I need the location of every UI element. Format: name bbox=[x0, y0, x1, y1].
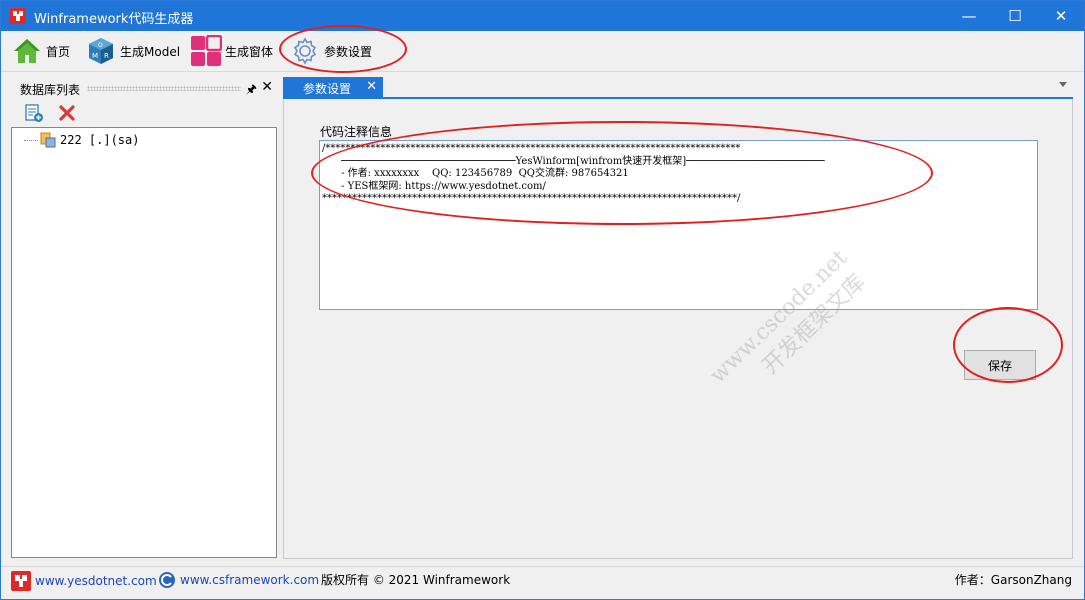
tree-item-label: 222 [.](sa) bbox=[60, 133, 140, 147]
yesdotnet-link[interactable]: www.yesdotnet.com bbox=[11, 571, 157, 591]
svg-text:M: M bbox=[92, 52, 98, 60]
tab-settings[interactable]: 参数设置 ✕ bbox=[283, 77, 383, 97]
home-button[interactable]: 首页 bbox=[11, 34, 70, 68]
app-window: Winframework代码生成器 — ☐ ✕ 首页 MRO 生成Model 生… bbox=[0, 0, 1085, 600]
settings-page: 代码注释信息 /********************************… bbox=[283, 99, 1073, 559]
database-tree: 222 [.](sa) bbox=[11, 127, 277, 558]
form-grid-icon bbox=[190, 35, 222, 67]
pin-icon[interactable]: 🖈 bbox=[246, 80, 257, 101]
author-text: 作者：GarsonZhang bbox=[954, 573, 1072, 587]
close-window-button[interactable]: ✕ bbox=[1038, 1, 1084, 31]
tree-item[interactable]: 222 [.](sa) bbox=[24, 132, 139, 148]
panel-header: 数据库列表 🖈 ✕ bbox=[11, 78, 277, 98]
delete-x-icon bbox=[59, 105, 75, 121]
document-area: 参数设置 ✕ 代码注释信息 /*************************… bbox=[283, 75, 1073, 559]
comment-textarea[interactable]: /***************************************… bbox=[319, 140, 1038, 310]
panel-grip[interactable] bbox=[87, 86, 241, 91]
gear-icon bbox=[289, 35, 321, 67]
generate-model-button[interactable]: MRO 生成Model bbox=[85, 34, 180, 68]
panel-title: 数据库列表 bbox=[20, 83, 81, 97]
csframework-link[interactable]: www.csframework.com bbox=[158, 571, 319, 589]
app-logo-icon bbox=[10, 8, 26, 24]
add-database-button[interactable] bbox=[23, 102, 45, 124]
main-toolbar: 首页 MRO 生成Model 生成窗体 参数设置 bbox=[1, 31, 1084, 72]
status-bar: www.yesdotnet.com www.csframework.com 版权… bbox=[1, 566, 1084, 593]
save-button[interactable]: 保存 bbox=[964, 350, 1036, 380]
copyright-text: 版权所有 © 2021 Winframework bbox=[321, 573, 511, 587]
tree-connector bbox=[24, 139, 38, 141]
minimize-button[interactable]: — bbox=[946, 1, 992, 31]
comment-label: 代码注释信息 bbox=[320, 125, 393, 139]
settings-button[interactable]: 参数设置 bbox=[289, 34, 372, 68]
panel-toolbar bbox=[11, 100, 277, 126]
tab-dropdown-icon[interactable] bbox=[1059, 82, 1067, 87]
maximize-button[interactable]: ☐ bbox=[992, 1, 1038, 31]
add-database-icon bbox=[25, 104, 43, 122]
yes-logo-icon bbox=[11, 571, 31, 591]
model-cube-icon: MRO bbox=[85, 35, 117, 67]
svg-text:R: R bbox=[104, 52, 109, 60]
panel-close-button[interactable]: ✕ bbox=[261, 79, 273, 95]
cs-logo-icon bbox=[159, 572, 175, 588]
home-icon bbox=[11, 35, 43, 67]
generate-form-button[interactable]: 生成窗体 bbox=[190, 34, 273, 68]
delete-database-button[interactable] bbox=[56, 102, 78, 124]
tab-strip: 参数设置 ✕ bbox=[283, 75, 1073, 99]
tab-close-icon[interactable]: ✕ bbox=[366, 79, 377, 94]
database-server-icon bbox=[40, 132, 56, 148]
svg-text:O: O bbox=[98, 42, 103, 49]
title-bar: Winframework代码生成器 — ☐ ✕ bbox=[1, 1, 1084, 31]
window-title: Winframework代码生成器 bbox=[34, 12, 194, 27]
database-list-panel: 数据库列表 🖈 ✕ 222 [.](sa) bbox=[11, 78, 277, 558]
